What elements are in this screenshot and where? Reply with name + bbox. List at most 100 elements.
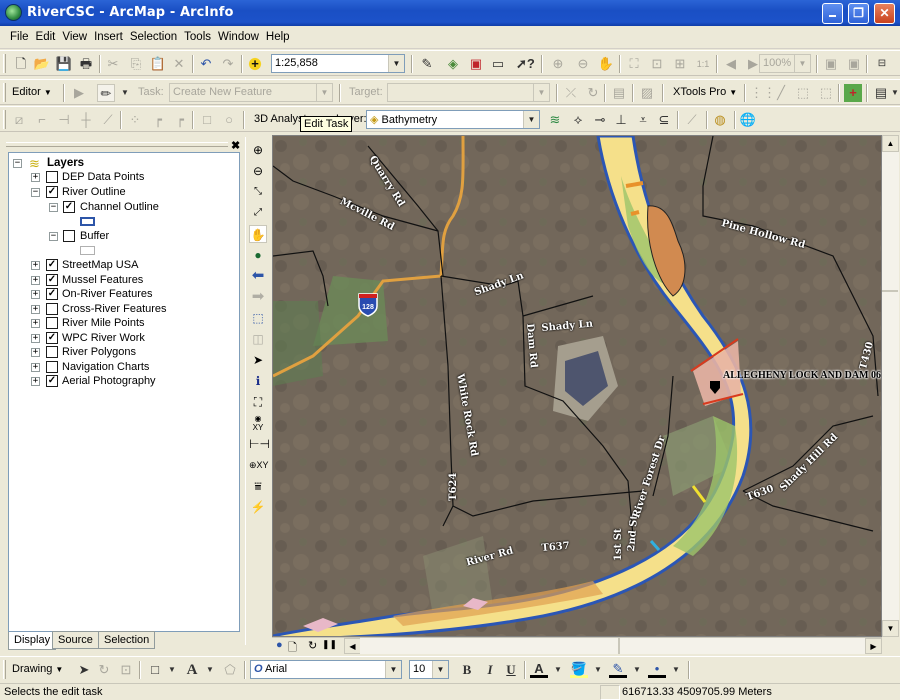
layer-checkbox[interactable] (63, 230, 75, 242)
arcscene-icon[interactable]: ◍ (711, 111, 729, 129)
zoom-out-fixed-icon[interactable]: ⊖ (574, 55, 592, 73)
channel-outline-symbol[interactable] (80, 217, 95, 226)
layer-checkbox[interactable]: ✓ (46, 274, 58, 286)
expand-icon[interactable]: + (31, 290, 40, 299)
expand-icon[interactable]: + (31, 305, 40, 314)
scroll-left-icon[interactable]: ◀ (344, 638, 361, 654)
minimize-button[interactable] (822, 3, 843, 24)
layer-checkbox[interactable] (46, 303, 58, 315)
expand-icon[interactable]: + (31, 334, 40, 343)
chevron-down-icon[interactable]: ▼ (432, 661, 448, 678)
menu-window[interactable]: Window (214, 27, 262, 43)
zoom-in-fixed-icon[interactable]: ⊕ (549, 55, 567, 73)
interpolate-line-icon[interactable]: ⩡ (634, 111, 652, 129)
split-edge-icon[interactable]: ┼ (77, 111, 95, 129)
reshape-edge-icon[interactable]: ⟋ (99, 111, 117, 129)
layer-combo[interactable]: ◈ Bathymetry ▼ (366, 110, 540, 129)
edit-tool-icon[interactable]: ▶ (70, 84, 88, 102)
map-view[interactable]: 128 Quarry Rd Mcville Rd Shady Ln Shady … (272, 135, 882, 637)
menu-tools[interactable]: Tools (180, 27, 214, 43)
zoom-out-icon[interactable]: ⊖ (249, 162, 267, 180)
next-extent-icon[interactable]: ➡ (249, 288, 267, 306)
vertical-scroll-thumb[interactable] (882, 152, 898, 292)
interpolate-polygon-icon[interactable]: ⊆ (655, 111, 673, 129)
collapse-icon[interactable]: − (13, 159, 22, 168)
data-view-icon[interactable]: ● (276, 639, 283, 651)
arcglobe-icon[interactable]: 🌐 (739, 111, 757, 129)
add-data-icon[interactable]: + (246, 55, 264, 73)
add-feature-icon[interactable]: + (844, 84, 862, 102)
fill-color-icon[interactable]: 🪣 (570, 661, 588, 678)
expand-icon[interactable]: + (31, 276, 40, 285)
chevron-down-icon[interactable]: ▼ (794, 55, 810, 72)
map-vertical-scrollbar[interactable]: ▲ ▼ (882, 135, 899, 637)
fixed-zoom-out-icon[interactable]: ⤢ (249, 204, 267, 222)
contour-icon[interactable]: ≋ (546, 111, 564, 129)
command-line-icon[interactable]: ▣ (467, 55, 485, 73)
collapse-icon[interactable]: − (49, 232, 58, 241)
whats-this-icon[interactable]: ➚? (516, 55, 535, 73)
sketch-properties-icon[interactable]: ▨ (638, 84, 656, 102)
font-color-icon[interactable]: A (530, 661, 548, 678)
menu-help[interactable]: Help (262, 27, 293, 43)
menu-view[interactable]: View (58, 27, 90, 43)
edit-vertices-icon[interactable]: ⬠ (221, 661, 239, 679)
expand-icon[interactable]: + (31, 261, 40, 270)
go-to-xy-icon[interactable]: ◉ XY (249, 414, 267, 432)
chevron-down-icon[interactable]: ▼ (549, 661, 567, 679)
chevron-down-icon[interactable]: ▼ (163, 661, 181, 679)
find-icon[interactable]: ⛶ (249, 393, 267, 411)
model-window-icon[interactable]: ▭ (489, 55, 507, 73)
chevron-down-icon[interactable]: ▼ (316, 84, 332, 101)
full-extent-globe-icon[interactable]: ● (249, 246, 267, 264)
save-icon[interactable]: 💾 (55, 55, 73, 73)
sketch-tool-icon[interactable]: ✏ (97, 84, 115, 102)
chevron-down-icon[interactable]: ▼ (388, 55, 404, 72)
collapse-icon[interactable]: − (31, 188, 40, 197)
font-name-combo[interactable]: O Arial ▼ (250, 660, 402, 679)
scroll-down-icon[interactable]: ▼ (882, 620, 899, 637)
italic-button[interactable]: I (481, 661, 499, 679)
split-tool-icon[interactable]: ⤫ (562, 84, 580, 102)
pencil-tool-icon[interactable]: ╱ (772, 84, 790, 102)
select-elements-icon[interactable]: ➤ (249, 351, 267, 369)
layer-checkbox[interactable]: ✓ (63, 201, 75, 213)
new-document-icon[interactable]: 🗋 (12, 55, 30, 73)
layer-checkbox[interactable] (46, 317, 58, 329)
rotate-icon[interactable]: ↻ (95, 661, 113, 679)
chevron-down-icon[interactable]: ▼ (523, 111, 539, 128)
profile-graph-icon[interactable]: ⟋ (683, 111, 701, 129)
buffer-symbol[interactable] (80, 246, 95, 255)
copy-icon[interactable]: ⎘ (127, 55, 145, 73)
open-folder-icon[interactable]: 📂 (33, 55, 51, 73)
zoom-whole-page-icon[interactable]: ⊞ (671, 55, 689, 73)
tab-display[interactable]: Display (8, 632, 57, 650)
xtools-pro-menu[interactable]: XTools Pro ▼ (673, 86, 737, 98)
menu-insert[interactable]: Insert (90, 27, 126, 43)
marker-color-icon[interactable]: • (648, 661, 666, 678)
arctoolbox-icon[interactable]: ◈ (444, 55, 462, 73)
undo-icon[interactable]: ↶ (197, 55, 215, 73)
drawing-menu-button[interactable]: Drawing ▼ (12, 663, 63, 675)
shape-tool-icon[interactable]: ⬚ (794, 84, 812, 102)
swipe-icon[interactable]: ⩸ (249, 477, 267, 495)
change-layout-icon[interactable]: ⊟ (873, 55, 891, 73)
select-elements-icon[interactable]: ➤ (75, 661, 93, 679)
pan-icon[interactable]: ✋ (249, 225, 267, 243)
previous-extent-icon[interactable]: ⬅ (249, 267, 267, 285)
line-color-icon[interactable]: ✎ (609, 661, 627, 678)
clear-selection-icon[interactable]: ◫ (249, 330, 267, 348)
expand-icon[interactable]: + (31, 173, 40, 182)
layer-checkbox[interactable]: ✓ (46, 288, 58, 300)
layer-checkbox[interactable]: ✓ (46, 375, 58, 387)
pan-layout-icon[interactable]: ✋ (597, 55, 615, 73)
rectangle-icon[interactable]: □ (198, 111, 216, 129)
chevron-down-icon[interactable]: ▼ (886, 84, 900, 102)
error-inspector-icon[interactable]: ┍ (171, 111, 189, 129)
topology-edit-icon[interactable]: ⧄ (10, 111, 28, 129)
close-icon[interactable]: ✖ (231, 139, 240, 152)
editor-menu-button[interactable]: Editor ▼ (12, 86, 52, 98)
select-features-icon[interactable]: ⬚ (249, 309, 267, 327)
rotate-tool-icon[interactable]: ↻ (584, 84, 602, 102)
expand-icon[interactable]: + (31, 348, 40, 357)
